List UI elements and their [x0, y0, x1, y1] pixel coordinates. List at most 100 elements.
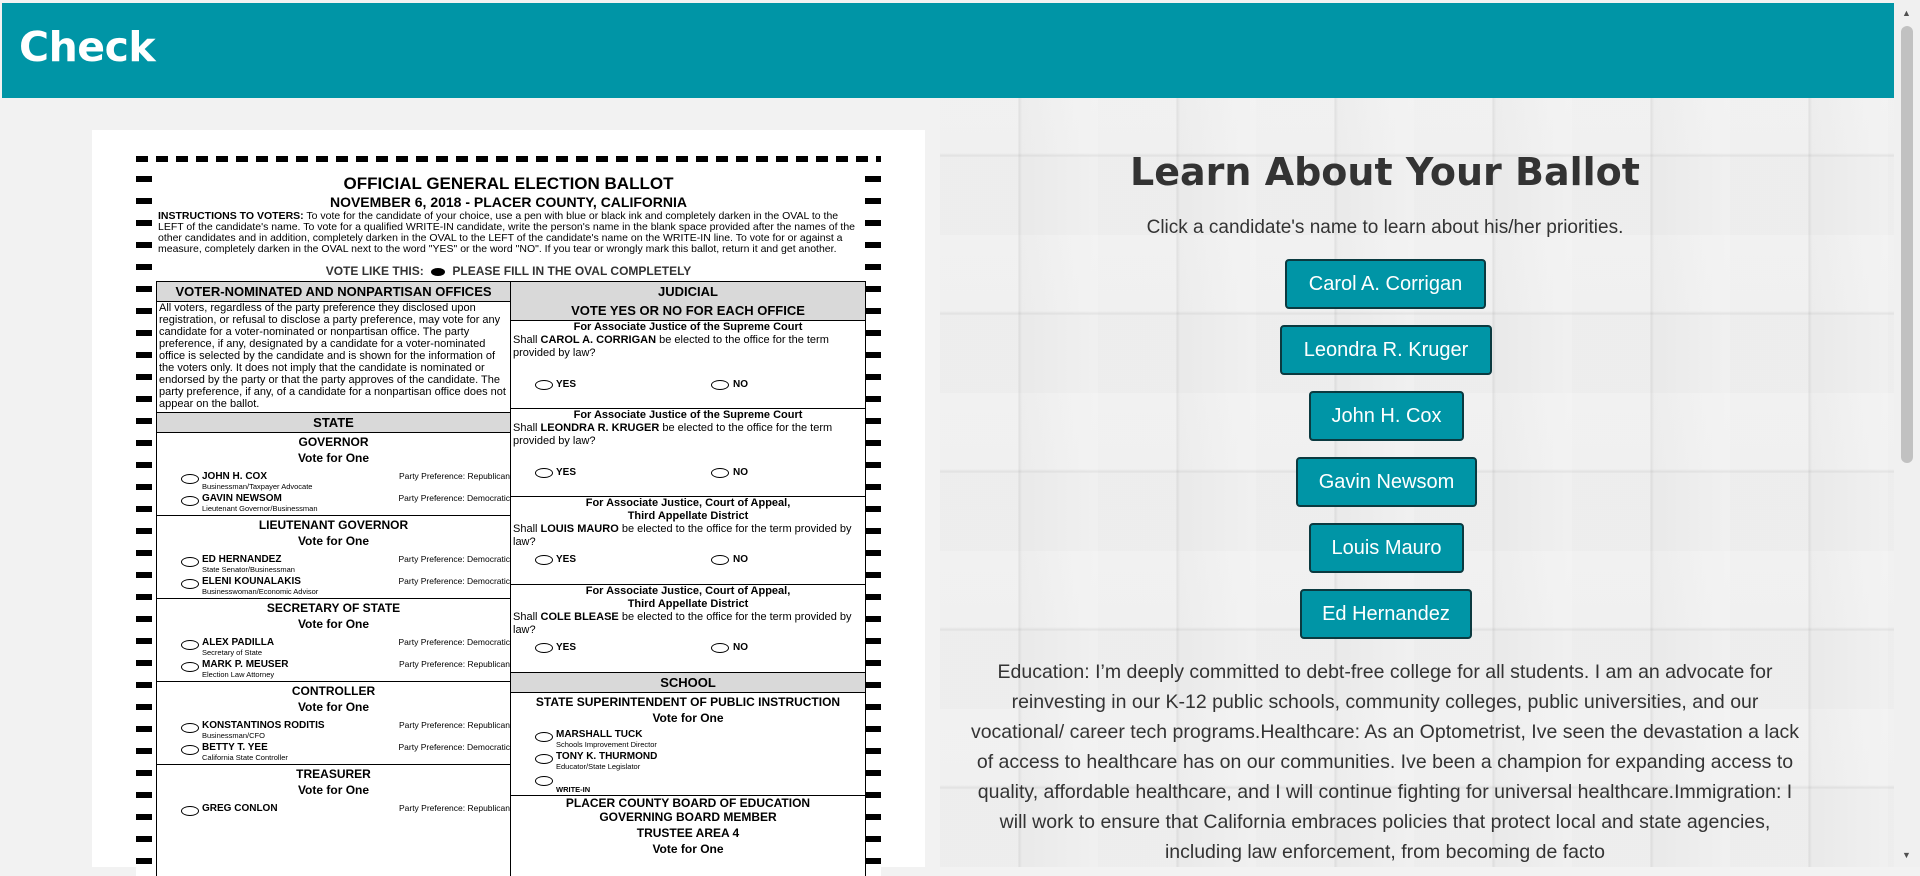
measure-text: Shall LEONDRA R. KRUGER be elected to th…	[513, 422, 863, 448]
measure-title: For Associate Justice, Court of Appeal, …	[585, 585, 791, 610]
state-label: STATE	[157, 413, 510, 433]
office-superintendent: STATE SUPERINTENDENT OF PUBLIC INSTRUCTI…	[511, 693, 865, 796]
candidate-name: KONSTANTINOS RODITIS	[202, 720, 325, 731]
ballot-right-marks	[865, 176, 881, 876]
oval-icon	[535, 643, 553, 653]
candidate-name: GREG CONLON	[202, 803, 278, 814]
office-title: GOVERNOR	[298, 435, 369, 449]
judicial-measure: For Associate Justice of the Supreme Cou…	[511, 321, 865, 409]
filled-oval-icon	[431, 267, 446, 276]
no-label: NO	[733, 554, 748, 565]
candidate-button-gavin-newsom[interactable]: Gavin Newsom	[1296, 457, 1477, 507]
measure-title: For Associate Justice, Court of Appeal, …	[585, 497, 791, 522]
measure-candidate: LOUIS MAURO	[540, 523, 619, 535]
candidate-party: Party Preference: Democratic	[398, 493, 510, 503]
oval-icon	[535, 732, 553, 742]
scrollbar-thumb[interactable]	[1901, 26, 1913, 463]
judicial-measure: For Associate Justice of the Supreme Cou…	[511, 409, 865, 497]
candidate-party: Party Preference: Republican	[398, 471, 510, 481]
oval-icon	[181, 640, 199, 650]
office-board-of-education: PLACER COUNTY BOARD OF EDUCATION GOVERNI…	[511, 796, 865, 856]
candidate-button-john-h-cox[interactable]: John H. Cox	[1309, 391, 1464, 441]
candidate-occupation: California State Controller	[202, 753, 288, 762]
ballot-candidate: ALEX PADILLA Secretary of State Party Pref…	[157, 637, 510, 659]
yes-label: YES	[556, 467, 577, 478]
yes-no-row: YES NO	[513, 374, 863, 396]
office-treasurer: TREASURER Vote for One GREG CONLON Party …	[157, 765, 510, 825]
ballot-candidate: BETTY T. YEE California State Controller P…	[157, 742, 510, 764]
oval-icon	[535, 776, 553, 786]
oval-icon	[181, 723, 199, 733]
ballot-candidate: KONSTANTINOS RODITIS Businessman/CFO Party…	[157, 720, 510, 742]
yes-label: YES	[556, 554, 577, 565]
candidate-name: ALEX PADILLA	[202, 637, 275, 648]
measure-text: Shall CAROL A. CORRIGAN be elected to th…	[513, 334, 863, 360]
no-label: NO	[733, 379, 748, 390]
measure-title: For Associate Justice of the Supreme Cou…	[573, 321, 803, 333]
office-secretary-of-state: SECRETARY OF STATE Vote for One ALEX PAD…	[157, 599, 510, 682]
candidate-button-leondra-r-kruger[interactable]: Leondra R. Kruger	[1280, 325, 1492, 375]
office-vote-for: Vote for One	[297, 700, 370, 714]
yes-no-row: YES NO	[513, 462, 863, 484]
oval-icon	[711, 643, 729, 653]
office-governor: GOVERNOR Vote for One JOHN H. COX Busines…	[157, 433, 510, 516]
left-section-text: All voters, regardless of the party pref…	[157, 302, 510, 413]
candidate-party: Party Preference: Republican	[398, 659, 510, 669]
learn-title: Learn About Your Ballot	[1130, 150, 1640, 194]
ballot-candidate: TONY K. THURMOND Educator/State Legislato…	[511, 751, 865, 773]
scroll-up-arrow-icon[interactable]: ▲	[1902, 8, 1911, 18]
oval-icon	[181, 745, 199, 755]
candidate-occupation: Educator/State Legislator	[556, 762, 641, 771]
candidate-occupation: Secretary of State	[202, 648, 263, 657]
office-vote-for: Vote for One	[297, 451, 370, 465]
office-vote-for: Vote for One	[297, 617, 370, 631]
candidate-name: MARK P. MEUSER	[202, 659, 289, 670]
oval-icon	[711, 555, 729, 565]
oval-icon	[535, 468, 553, 478]
candidate-occupation: Schools Improvement Director	[556, 740, 657, 749]
app-title: Check	[19, 23, 156, 71]
oval-icon	[535, 555, 553, 565]
candidate-name: MARSHALL TUCK	[556, 729, 643, 740]
no-label: NO	[733, 642, 748, 653]
measure-candidate: CAROL A. CORRIGAN	[540, 334, 657, 346]
judicial-section-title: JUDICIAL VOTE YES OR NO FOR EACH OFFICE	[511, 282, 865, 320]
candidate-occupation: State Senator/Businessman	[202, 565, 295, 574]
ballot-candidate: JOHN H. COX Businessman/Taxpayer Advocate…	[157, 471, 510, 493]
scroll-down-arrow-icon[interactable]: ▼	[1902, 850, 1911, 860]
ballot-date-line: NOVEMBER 6, 2018 - PLACER COUNTY, CALIFO…	[329, 194, 688, 210]
page-scrollbar[interactable]: ▲ ▼	[1894, 0, 1920, 867]
office-vote-for: Vote for One	[652, 711, 724, 725]
vote-like-this: VOTE LIKE THIS: PLEASE FILL IN THE OVAL …	[136, 264, 881, 278]
oval-icon	[181, 579, 199, 589]
oval-icon	[181, 557, 199, 567]
left-section-title: VOTER-NOMINATED AND NONPARTISAN OFFICES	[157, 282, 510, 302]
ballot-instructions: INSTRUCTIONS TO VOTERS: To vote for the …	[158, 211, 858, 255]
oval-icon	[535, 380, 553, 390]
candidate-occupation: Election Law Attorney	[202, 670, 275, 679]
office-title: CONTROLLER	[291, 684, 376, 698]
candidate-name: ELENI KOUNALAKIS	[202, 576, 301, 587]
write-in-line: WRITE-IN	[511, 773, 865, 795]
candidate-button-louis-mauro[interactable]: Louis Mauro	[1309, 523, 1464, 573]
office-title: TREASURER	[296, 767, 371, 781]
measure-prefix: Shall	[513, 523, 538, 535]
judicial-title: JUDICIAL	[658, 284, 718, 299]
office-title: STATE SUPERINTENDENT OF PUBLIC INSTRUCTI…	[535, 695, 841, 709]
candidate-name: GAVIN NEWSOM	[202, 493, 282, 504]
ballot-candidate: ED HERNANDEZ State Senator/Businessman Par…	[157, 554, 510, 576]
candidate-button-carol-a-corrigan[interactable]: Carol A. Corrigan	[1285, 259, 1486, 309]
ballot-left-column: VOTER-NOMINATED AND NONPARTISAN OFFICES …	[156, 281, 511, 876]
ballot-image-card: OFFICIAL GENERAL ELECTION BALLOT NOVEMBE…	[92, 130, 925, 876]
oval-icon	[535, 754, 553, 764]
candidate-button-ed-hernandez[interactable]: Ed Hernandez	[1300, 589, 1472, 639]
yes-no-row: YES NO	[513, 637, 863, 659]
candidate-name: ED HERNANDEZ	[202, 554, 282, 565]
ballot-candidate: MARSHALL TUCK Schools Improvement Directo…	[511, 729, 865, 751]
app-header: Check	[2, 3, 1894, 98]
judicial-measure: For Associate Justice, Court of Appeal, …	[511, 585, 865, 673]
measure-title: For Associate Justice of the Supreme Cou…	[573, 409, 803, 421]
judicial-measure: For Associate Justice, Court of Appeal, …	[511, 497, 865, 585]
ballot-right-column: JUDICIAL VOTE YES OR NO FOR EACH OFFICE …	[511, 281, 866, 876]
measure-prefix: Shall	[513, 611, 538, 623]
